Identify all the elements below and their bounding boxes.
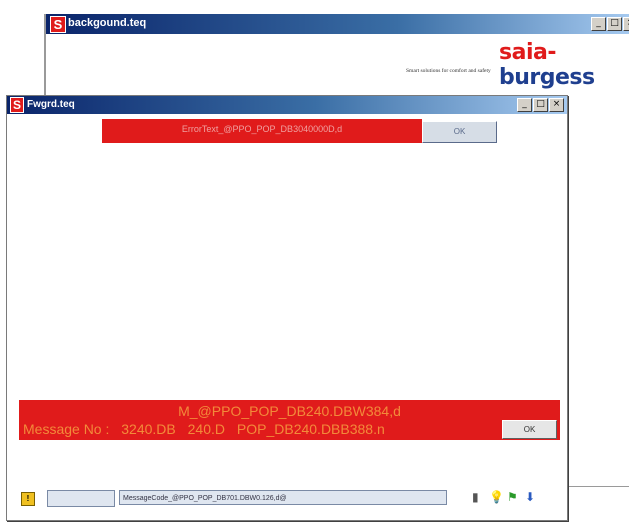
brand-separator: - [547,40,556,65]
flag-icon[interactable]: ⚑ [507,490,518,504]
status-bar: ! MessageCode_@PPO_POP_DB701.DBW0.126,d@… [7,488,567,510]
app-logo-icon: S [50,16,66,33]
close-icon[interactable]: × [623,17,629,31]
message-number-label: Message No : [23,421,110,437]
message-ok-button[interactable]: OK [502,420,557,439]
error-ok-button[interactable]: OK [422,121,497,143]
minimize-icon[interactable]: _ [517,98,532,112]
close-icon[interactable]: × [549,98,564,112]
message-address: POP_DB240.DBB388.n [236,421,385,437]
error-banner: ErrorText_@PPO_POP_DB3040000D,d [102,119,422,143]
brand-logo: saia-burgess [499,40,629,90]
brand-part2: burgess [499,65,595,90]
background-titlebar: S backgound.teq _ □ × [46,14,629,34]
status-field-empty [47,490,115,507]
brand-part1: saia [499,40,548,65]
message-d-value: 240.D [187,421,225,437]
app-logo-icon: S [10,97,24,113]
download-arrow-icon[interactable]: ⬇ [525,490,535,504]
brand-tagline: Smart solutions for comfort and safety [406,68,491,74]
dialog-title: Fwgrd.teq [27,99,75,110]
message-banner: M_@PPO_POP_DB240.DBW384,d Message No : 3… [19,400,560,440]
maximize-icon[interactable]: □ [607,17,622,31]
message-row: Message No : 3240.DB 240.D POP_DB240.DBB… [23,421,393,437]
maximize-icon[interactable]: □ [533,98,548,112]
dialog-titlebar: S Fwgrd.teq _ □ × [7,96,567,114]
background-window-title: backgound.teq [68,17,147,29]
warning-icon[interactable]: ! [21,492,35,506]
dialog-window-controls: _ □ × [517,98,564,112]
divider [566,486,629,487]
alarm-dialog: S Fwgrd.teq _ □ × ErrorText_@PPO_POP_DB3… [6,95,568,521]
message-variable: M_@PPO_POP_DB240.DBW384,d [178,403,401,419]
status-message-field: MessageCode_@PPO_POP_DB701.DBW0.126,d@ [119,490,447,505]
message-db-value: 3240.DB [121,421,176,437]
error-text: ErrorText_@PPO_POP_DB3040000D,d [181,124,343,134]
background-window: S backgound.teq _ □ × saia-burgess Smart… [44,14,629,104]
bulb-icon[interactable]: 💡 [489,490,504,504]
printer-icon[interactable]: ▮ [472,490,479,504]
minimize-icon[interactable]: _ [591,17,606,31]
background-window-controls: _ □ × [591,17,629,31]
